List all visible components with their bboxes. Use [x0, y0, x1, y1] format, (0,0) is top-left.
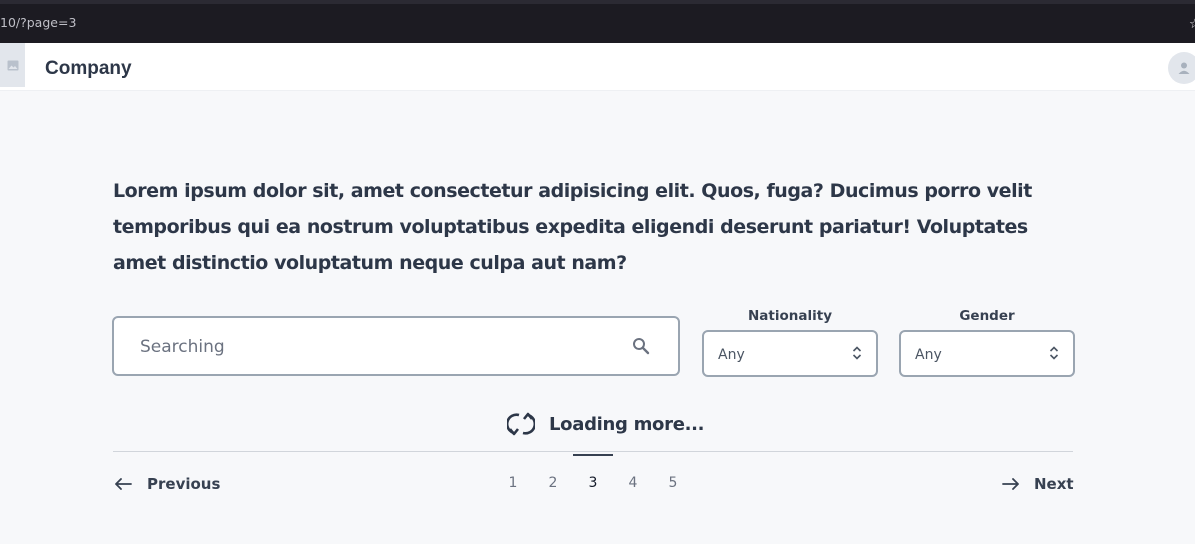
pagination-divider	[113, 451, 1073, 452]
company-name[interactable]: Company	[45, 58, 132, 80]
page-number-1[interactable]: 1	[503, 475, 523, 491]
loading-indicator: Loading more...	[507, 410, 705, 438]
search-icon[interactable]	[632, 337, 650, 355]
nationality-value: Any	[718, 347, 745, 363]
bookmark-star-icon[interactable]: ☆	[1189, 16, 1195, 31]
gender-label: Gender	[959, 308, 1015, 324]
page-number-2[interactable]: 2	[543, 475, 563, 491]
chevron-up-down-icon	[1049, 346, 1059, 360]
search-input[interactable]	[138, 318, 612, 376]
logo[interactable]	[0, 43, 25, 87]
image-icon	[7, 60, 18, 70]
next-button[interactable]: Next	[1002, 472, 1074, 496]
refresh-icon	[507, 412, 535, 436]
avatar[interactable]	[1168, 52, 1195, 84]
nationality-select[interactable]: Any	[702, 330, 878, 377]
chevron-up-down-icon	[852, 346, 862, 360]
arrow-right-icon	[1002, 478, 1019, 490]
arrow-left-icon	[115, 478, 132, 490]
page-number-3[interactable]: 3	[583, 475, 603, 491]
active-page-indicator	[573, 454, 613, 456]
intro-text: Lorem ipsum dolor sit, amet consectetur …	[113, 180, 1032, 274]
next-label: Next	[1034, 475, 1074, 493]
loading-text: Loading more...	[549, 413, 705, 435]
previous-label: Previous	[147, 475, 221, 493]
user-icon	[1178, 62, 1190, 74]
previous-button[interactable]: Previous	[114, 472, 220, 496]
app-header: Company	[0, 43, 1195, 91]
search-box	[112, 316, 680, 376]
url-text[interactable]: 10/?page=3	[0, 15, 76, 30]
gender-select[interactable]: Any	[899, 330, 1075, 377]
page-number-5[interactable]: 5	[663, 475, 683, 491]
gender-value: Any	[915, 347, 942, 363]
browser-address-bar: 10/?page=3 ☆	[0, 0, 1195, 43]
nationality-label: Nationality	[748, 308, 832, 324]
page-number-4[interactable]: 4	[623, 475, 643, 491]
